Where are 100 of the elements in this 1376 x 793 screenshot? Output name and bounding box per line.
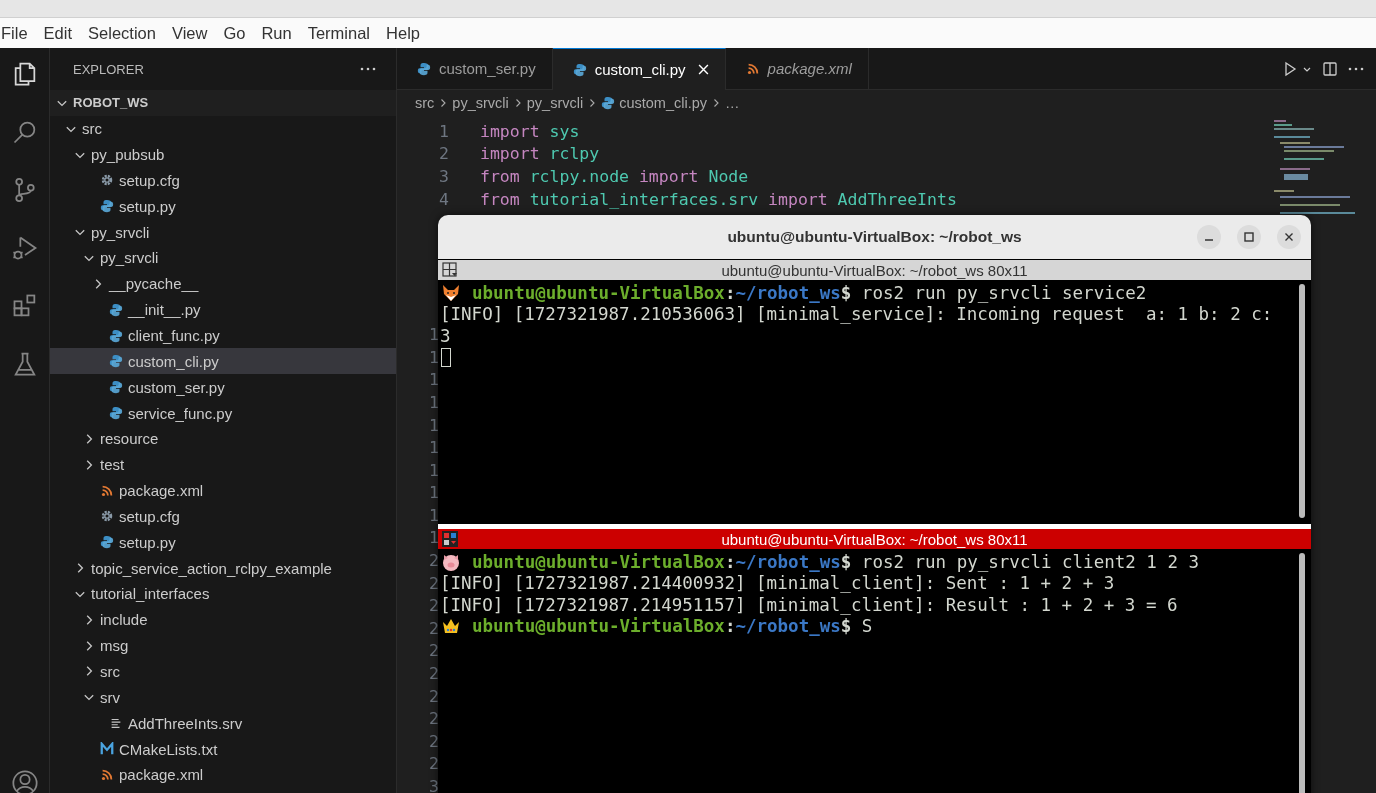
python-file-icon bbox=[572, 62, 587, 77]
tree-item[interactable]: setup.cfg bbox=[50, 167, 396, 194]
menu-item[interactable]: Terminal bbox=[306, 23, 372, 43]
line-number: 1 bbox=[428, 438, 439, 458]
tree-item[interactable]: msg bbox=[50, 632, 396, 659]
editor-tab[interactable]: custom_ser.py bbox=[397, 48, 553, 90]
line-number: 1 bbox=[428, 460, 439, 480]
run-debug-icon[interactable] bbox=[10, 234, 39, 262]
breadcrumb-item[interactable]: py_srvcli bbox=[452, 94, 509, 112]
maximize-button[interactable] bbox=[1237, 225, 1261, 249]
breadcrumb-item[interactable]: py_srvcli bbox=[526, 94, 584, 112]
prompt-sigil: $ bbox=[840, 551, 852, 572]
line-number: 1 bbox=[438, 121, 449, 141]
line-number: 1 bbox=[428, 415, 439, 435]
tree-item[interactable]: include bbox=[50, 606, 396, 633]
line-number: 1 bbox=[428, 483, 439, 503]
menu-item[interactable]: Help bbox=[385, 23, 421, 43]
editor-tab[interactable]: package.xml bbox=[725, 48, 869, 90]
line-number: 1 bbox=[428, 505, 439, 525]
layout-icon[interactable] bbox=[442, 531, 458, 547]
tree-item[interactable]: AddThreeInts.srv bbox=[50, 710, 396, 737]
menu-item[interactable]: Selection bbox=[87, 23, 157, 43]
line-number: 4 bbox=[438, 189, 449, 209]
terminal-cursor bbox=[441, 347, 451, 367]
scrollbar[interactable] bbox=[1299, 553, 1305, 793]
close-icon[interactable] bbox=[697, 64, 709, 75]
menu-item[interactable]: Go bbox=[222, 23, 247, 43]
line-number: 2 bbox=[428, 664, 439, 684]
line-number: 1 bbox=[428, 528, 439, 548]
prompt-separator: : bbox=[724, 282, 736, 303]
account-icon[interactable] bbox=[10, 769, 39, 793]
chevron-icon bbox=[711, 98, 721, 108]
tree-item[interactable]: py_pubsub bbox=[50, 141, 396, 168]
run-icon[interactable] bbox=[1282, 60, 1298, 77]
split-editor-icon[interactable] bbox=[1322, 60, 1338, 77]
more-icon[interactable] bbox=[1348, 66, 1364, 71]
tree-item[interactable]: resource bbox=[50, 425, 396, 452]
code-line: from tutorial_interfaces.srv import AddThreeInts bbox=[480, 189, 957, 209]
tree-item[interactable]: custom_ser.py bbox=[50, 374, 396, 401]
layout-icon[interactable] bbox=[442, 262, 458, 278]
python-file-icon bbox=[109, 380, 123, 395]
more-icon[interactable] bbox=[360, 67, 376, 71]
line-number: 2 bbox=[428, 618, 439, 638]
tree-item[interactable]: setup.cfg bbox=[50, 503, 396, 530]
breadcrumb-item[interactable]: src bbox=[415, 94, 435, 112]
tree-item[interactable]: setup.py bbox=[50, 529, 396, 556]
menu-item[interactable]: File bbox=[0, 23, 29, 43]
tree-item[interactable]: py_srvcli bbox=[50, 219, 396, 246]
tree-item[interactable]: custom_cli.py bbox=[50, 348, 396, 375]
tree-item[interactable]: ROBOT_WS bbox=[50, 90, 396, 116]
prompt-sigil: $ bbox=[840, 282, 852, 303]
prompt-separator: : bbox=[724, 551, 736, 572]
tree-item[interactable]: setup.py bbox=[50, 193, 396, 220]
menu-item[interactable]: Edit bbox=[42, 23, 74, 43]
output-line: 3 bbox=[440, 325, 451, 346]
prompt-user: ubuntu@ubuntu-VirtualBox bbox=[472, 551, 725, 572]
line-number: 2 bbox=[438, 144, 449, 164]
prompt-separator: : bbox=[724, 616, 736, 637]
fox-icon bbox=[440, 282, 462, 303]
tree-item[interactable]: test bbox=[50, 451, 396, 478]
close-button[interactable] bbox=[1277, 225, 1301, 249]
tree-item[interactable]: srv bbox=[50, 684, 396, 711]
tree-item[interactable]: __pycache__ bbox=[50, 270, 396, 297]
scrollbar[interactable] bbox=[1299, 284, 1305, 518]
m-icon bbox=[100, 742, 114, 756]
tree-item[interactable]: src bbox=[50, 658, 396, 685]
editor-tab[interactable]: custom_cli.py bbox=[552, 48, 726, 90]
rss-icon bbox=[100, 767, 114, 782]
line-number: 2 bbox=[428, 731, 439, 751]
prompt-path: ~/robot_ws bbox=[735, 282, 841, 303]
tree-item[interactable]: package.xml bbox=[50, 761, 396, 788]
menu-item[interactable]: View bbox=[170, 23, 209, 43]
prompt-sigil: $ bbox=[840, 616, 852, 637]
tree-item[interactable]: topic_service_action_rclpy_example bbox=[50, 555, 396, 582]
python-file-icon bbox=[109, 354, 123, 369]
tree-item[interactable]: service_func.py bbox=[50, 400, 396, 426]
python-file-icon bbox=[109, 302, 123, 317]
rss-icon bbox=[745, 61, 760, 76]
minimize-button[interactable] bbox=[1197, 225, 1221, 249]
tree-item[interactable]: package.xml bbox=[50, 477, 396, 504]
tree-item[interactable]: py_srvcli bbox=[50, 245, 396, 271]
breadcrumb-item[interactable]: … bbox=[725, 94, 740, 112]
python-file-icon bbox=[109, 328, 123, 343]
line-number: 2 bbox=[428, 754, 439, 774]
tree-item[interactable]: src bbox=[50, 115, 396, 142]
gear-icon bbox=[100, 509, 114, 524]
menu-item[interactable]: Run bbox=[260, 23, 293, 43]
tree-item[interactable]: CMakeLists.txt bbox=[50, 736, 396, 762]
breadcrumb-item[interactable]: custom_cli.py bbox=[619, 94, 707, 112]
tree-item[interactable]: client_func.py bbox=[50, 322, 396, 349]
tree-item[interactable]: tutorial_interfaces bbox=[50, 581, 396, 607]
command-text: ros2 run py_srvcli service2 bbox=[861, 282, 1147, 303]
tree-item[interactable]: __init__.py bbox=[50, 296, 396, 323]
output-line: [INFO] [1727321987.214400932] [minimal_client]: Sent : 1 + 2 + 3 bbox=[440, 573, 1115, 594]
code-line: from rclpy.node import Node bbox=[480, 167, 749, 186]
line-number: 2 bbox=[428, 551, 439, 571]
line-number: 1 bbox=[428, 325, 439, 345]
line-number: 2 bbox=[428, 709, 439, 729]
code-line: import sys bbox=[480, 121, 580, 141]
command-text: S bbox=[861, 616, 873, 637]
